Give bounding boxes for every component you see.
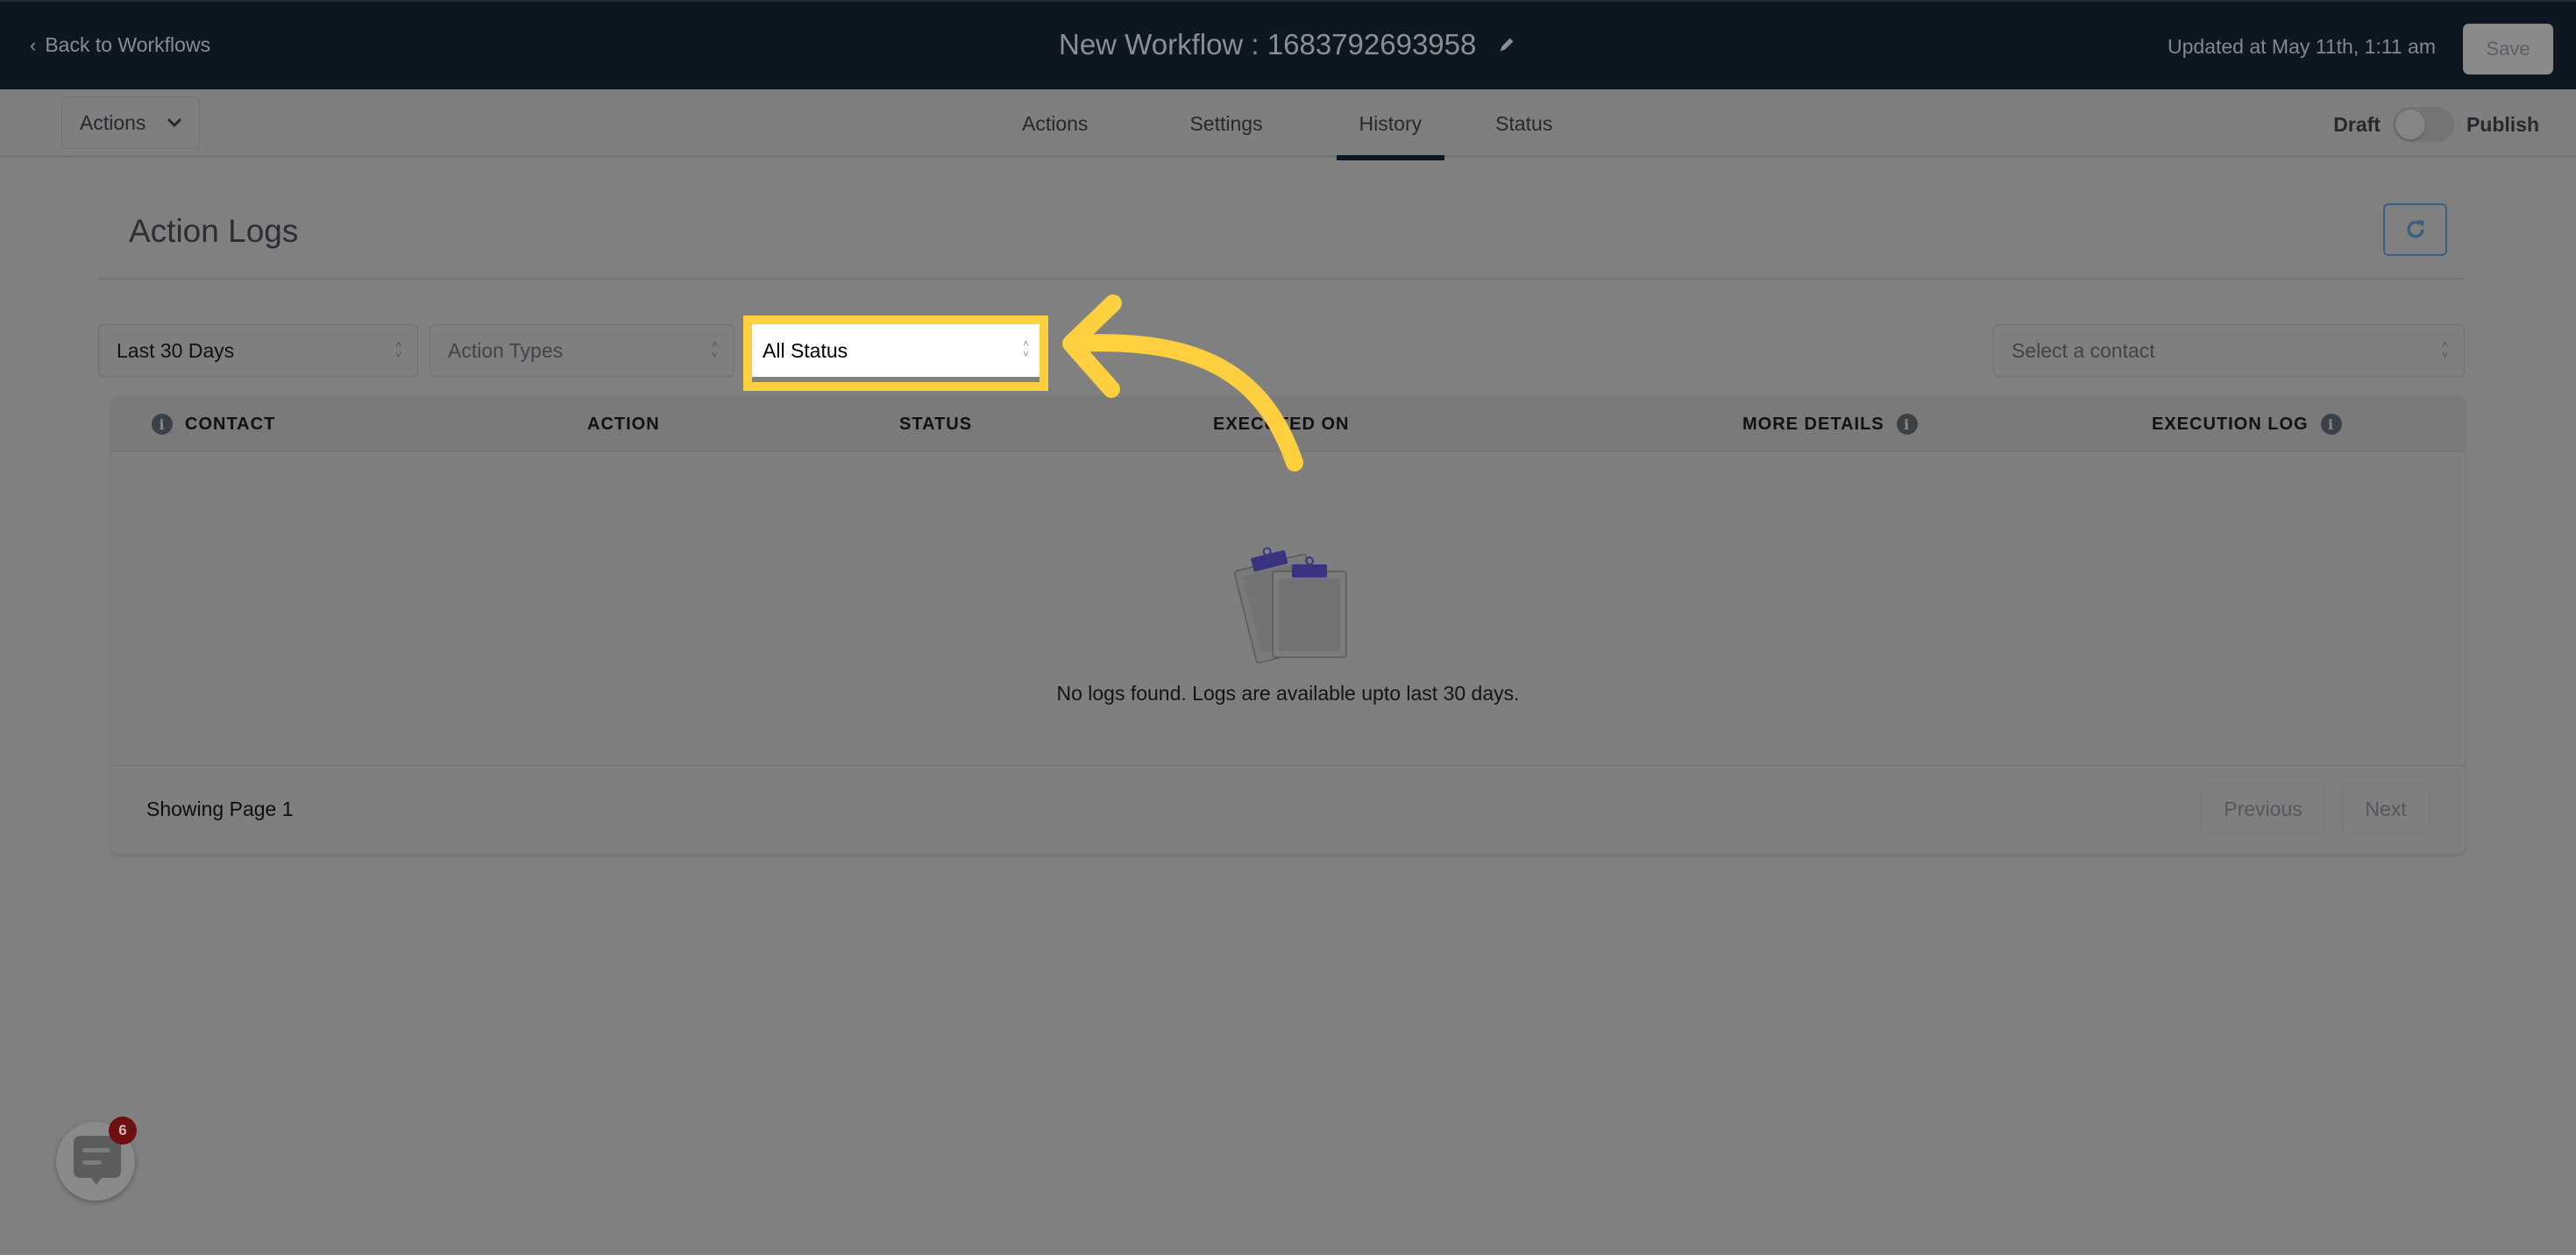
- action-types-select[interactable]: Action Types ˄ ˅: [429, 324, 734, 377]
- refresh-button[interactable]: [2383, 203, 2447, 256]
- select-arrows-icon: ˄ ˅: [711, 338, 718, 361]
- next-page-button[interactable]: Next: [2342, 783, 2430, 834]
- select-arrows-icon: ˄ ˅: [1022, 337, 1029, 360]
- column-header-action: ACTION: [587, 396, 660, 452]
- action-types-placeholder: Action Types: [448, 338, 564, 362]
- updated-timestamp: Updated at May 11th, 1:11 am: [2168, 35, 2436, 58]
- top-bar: ‹ Back to Workflows New Workflow : 16837…: [0, 0, 2576, 89]
- chevron-down-icon: [167, 117, 182, 128]
- save-button[interactable]: Save: [2463, 24, 2553, 74]
- date-range-value: Last 30 Days: [117, 338, 235, 362]
- workflow-title-text: New Workflow : 1683792693958: [1059, 28, 1477, 60]
- sub-navigation: Actions Actions Settings History Status …: [0, 89, 2576, 160]
- tab-history[interactable]: History: [1336, 89, 1445, 160]
- select-arrows-icon: ˄ ˅: [2441, 338, 2448, 361]
- page-title: Action Logs: [129, 213, 299, 249]
- publish-toggle-switch[interactable]: [2392, 107, 2454, 142]
- empty-message: No logs found. Logs are available upto l…: [1056, 682, 1520, 705]
- contact-placeholder: Select a contact: [2012, 338, 2155, 362]
- clipboard-empty-icon: [1233, 547, 1347, 664]
- column-header-status: STATUS: [899, 396, 972, 452]
- select-arrows-icon: ˄ ˅: [394, 338, 401, 361]
- draft-label: Draft: [2333, 112, 2381, 136]
- tab-status[interactable]: Status: [1473, 89, 1575, 158]
- column-label: STATUS: [899, 414, 973, 434]
- column-label: CONTACT: [185, 414, 276, 434]
- publish-label: Publish: [2466, 112, 2539, 136]
- pencil-edit-icon[interactable]: [1497, 35, 1516, 54]
- actions-dropdown[interactable]: Actions: [61, 96, 200, 149]
- column-label: ACTION: [587, 414, 660, 434]
- status-select[interactable]: All Status ˄ ˅: [745, 324, 1045, 377]
- back-link-label: Back to Workflows: [45, 33, 211, 56]
- tab-settings[interactable]: Settings: [1167, 89, 1285, 158]
- info-icon[interactable]: i: [1896, 414, 1918, 435]
- back-to-workflows-link[interactable]: ‹ Back to Workflows: [30, 33, 210, 57]
- publish-toggle-group: Draft Publish: [2333, 107, 2539, 142]
- refresh-icon: [2406, 220, 2424, 238]
- toggle-knob: [2395, 110, 2425, 139]
- date-range-select[interactable]: Last 30 Days ˄ ˅: [98, 324, 418, 377]
- chevron-left-icon: ‹: [30, 33, 37, 56]
- column-header-contact: i CONTACT: [152, 396, 275, 452]
- table-header: i CONTACT ACTION STATUS EXECUTED ON MORE…: [111, 396, 2465, 452]
- column-header-more-details: MORE DETAILS i: [1742, 396, 1918, 452]
- column-label: EXECUTION LOG: [2152, 414, 2309, 434]
- header-divider: [98, 278, 2465, 280]
- notification-badge: 6: [109, 1117, 137, 1145]
- page-indicator: Showing Page 1: [146, 798, 294, 820]
- contact-select[interactable]: Select a contact ˄ ˅: [1993, 324, 2465, 377]
- action-logs-table: i CONTACT ACTION STATUS EXECUTED ON MORE…: [111, 396, 2465, 854]
- previous-page-button[interactable]: Previous: [2201, 783, 2325, 834]
- tab-actions[interactable]: Actions: [999, 89, 1111, 158]
- info-icon[interactable]: i: [152, 414, 173, 435]
- table-footer: Showing Page 1 Previous Next: [111, 765, 2465, 854]
- tab-bar: Actions Settings History Status: [999, 89, 1575, 160]
- column-header-execution-log: EXECUTION LOG i: [2152, 396, 2342, 452]
- status-value: All Status: [763, 338, 848, 362]
- info-icon[interactable]: i: [2320, 414, 2342, 435]
- column-label: EXECUTED ON: [1213, 414, 1350, 434]
- workflow-title: New Workflow : 1683792693958: [1059, 28, 1516, 61]
- column-label: MORE DETAILS: [1742, 414, 1884, 434]
- actions-dropdown-label: Actions: [80, 110, 146, 134]
- empty-state: No logs found. Logs are available upto l…: [111, 452, 2465, 722]
- column-header-executed-on: EXECUTED ON: [1213, 396, 1349, 452]
